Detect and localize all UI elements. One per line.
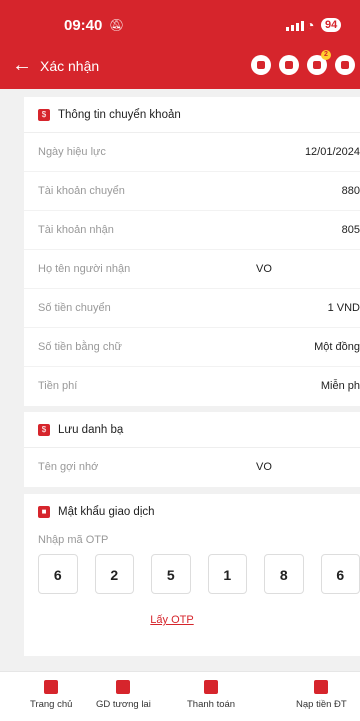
row-recipient-name: Họ tên người nhận VO <box>24 250 360 289</box>
tab-home-label: Trang chủ <box>30 699 73 710</box>
row-amount: Số tiền chuyển 1 VND <box>24 289 360 328</box>
otp-digit-5[interactable]: 8 <box>264 554 304 594</box>
mute-icon: 🔕︎ <box>109 18 125 32</box>
row-source-account: Tài khoản chuyển 880 <box>24 172 360 211</box>
value-destination-account: 805 <box>341 224 360 236</box>
get-otp-link[interactable]: Lấy OTP <box>24 614 360 626</box>
transfer-info-header: $ Thông tin chuyển khoản <box>24 97 360 133</box>
row-nickname[interactable]: Tên gợi nhớ VO <box>24 448 360 487</box>
battery-icon: 94 <box>321 18 342 32</box>
menu-icon[interactable] <box>251 55 271 75</box>
phone-topup-icon <box>314 680 329 694</box>
tab-payment-label: Thanh toán <box>187 699 236 710</box>
wifi-icon: ◔ <box>306 17 315 33</box>
transaction-password-section: ■ Mật khẩu giao dịch Nhập mã OTP 6 2 5 1… <box>24 494 360 656</box>
otp-input-group: 6 2 5 1 8 6 <box>24 554 360 594</box>
value-amount: 1 VND <box>327 302 360 314</box>
row-amount-in-words: Số tiền bằng chữ Một đồng <box>24 328 360 367</box>
label-amount: Số tiền chuyển <box>38 302 111 314</box>
transfer-info-title: Thông tin chuyển khoản <box>58 108 181 121</box>
otp-digit-2[interactable]: 2 <box>94 554 134 594</box>
label-amount-in-words: Số tiền bằng chữ <box>38 341 122 353</box>
page-title: Xác nhận <box>40 58 100 74</box>
notification-bell-icon[interactable]: 2 <box>307 50 331 75</box>
otp-digit-6[interactable]: 6 <box>320 554 360 594</box>
contacts-title: Lưu danh bạ <box>58 423 124 436</box>
money-icon: $ <box>38 108 50 121</box>
otp-label: Nhập mã OTP <box>38 534 109 546</box>
otp-digit-1[interactable]: 6 <box>38 554 78 594</box>
row-destination-account: Tài khoản nhận 805 <box>24 211 360 250</box>
label-fee: Tiền phí <box>38 380 78 392</box>
contacts-header[interactable]: $ Lưu danh bạ <box>24 412 360 448</box>
otp-digit-3[interactable]: 5 <box>151 554 191 594</box>
tab-future-transactions[interactable]: GD tương lai <box>96 680 151 710</box>
nav-bar: ← Xác nhận 2 <box>0 50 360 82</box>
future-transaction-icon <box>116 680 131 694</box>
label-destination-account: Tài khoản nhận <box>38 224 114 236</box>
password-header: ■ Mật khẩu giao dịch <box>24 494 360 530</box>
label-effective-date: Ngày hiệu lực <box>38 146 106 158</box>
signal-icon <box>286 21 304 31</box>
value-fee: Miễn ph <box>320 380 360 392</box>
lock-icon: ■ <box>38 506 50 518</box>
value-source-account: 880 <box>341 185 360 197</box>
status-time: 09:40 <box>64 17 103 34</box>
transfer-info-section: $ Thông tin chuyển khoản Ngày hiệu lực 12… <box>24 97 360 406</box>
label-nickname: Tên gợi nhớ <box>38 461 99 473</box>
password-title: Mật khẩu giao dịch <box>58 506 155 518</box>
row-effective-date: Ngày hiệu lực 12/01/2024 <box>24 133 360 172</box>
tab-phone-topup-label: Nạp tiền ĐT <box>296 699 347 710</box>
save-contact-icon: $ <box>38 423 50 436</box>
value-amount-in-words: Một đồng <box>314 341 360 353</box>
value-nickname: VO <box>256 461 272 473</box>
status-bar: 09:40 🔕︎ ◔ 94 <box>0 17 360 37</box>
tab-phone-topup[interactable]: Nạp tiền ĐT <box>296 680 347 710</box>
bill-payment-icon <box>204 680 219 694</box>
notification-badge: 2 <box>321 50 331 60</box>
power-icon[interactable] <box>335 55 355 75</box>
otp-digit-4[interactable]: 1 <box>207 554 247 594</box>
label-source-account: Tài khoản chuyển <box>38 185 125 197</box>
tab-future-transactions-label: GD tương lai <box>96 699 151 710</box>
value-recipient-name: VO <box>256 263 272 275</box>
tab-home[interactable]: Trang chủ <box>30 680 72 710</box>
header-actions: 2 <box>251 50 355 75</box>
label-recipient-name: Họ tên người nhận <box>38 263 131 275</box>
top-bar: 09:40 🔕︎ ◔ 94 ← Xác nhận 2 <box>0 0 360 89</box>
home-icon <box>44 680 59 694</box>
contacts-section: $ Lưu danh bạ Tên gợi nhớ VO <box>24 412 360 487</box>
row-fee: Tiền phí Miễn ph <box>24 367 360 406</box>
tab-payment[interactable]: Thanh toán <box>187 680 235 710</box>
value-effective-date: 12/01/2024 <box>304 146 360 158</box>
back-arrow-icon[interactable]: ← <box>12 54 32 76</box>
bottom-nav: Trang chủ GD tương lai Thanh toán Nạp ti… <box>0 671 360 721</box>
qr-code-icon[interactable] <box>279 55 299 75</box>
